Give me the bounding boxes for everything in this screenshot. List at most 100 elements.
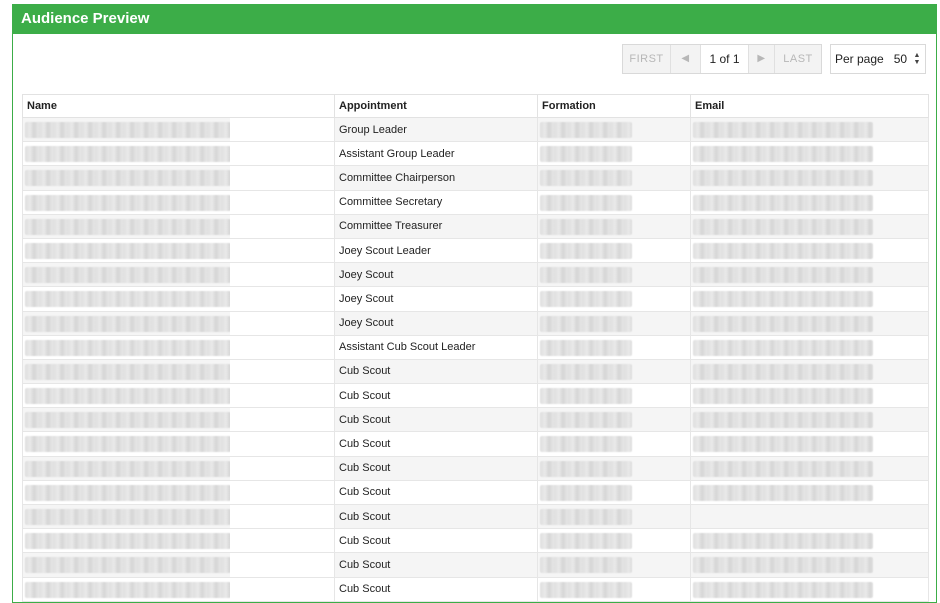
redacted-email [693, 242, 873, 259]
redacted-name [25, 460, 231, 477]
per-page-value: 50 [893, 52, 908, 66]
table-row[interactable]: Cub Scout [22, 407, 929, 433]
first-page-button[interactable]: FIRST [623, 45, 671, 73]
redacted-email [693, 267, 873, 284]
name-cell-redacted [22, 214, 335, 239]
table-row[interactable]: Committee Secretary [22, 190, 929, 215]
formation-cell-redacted [537, 335, 691, 360]
formation-cell-redacted [537, 480, 691, 506]
redacted-formation [540, 581, 632, 598]
redacted-name [25, 436, 231, 453]
appointment-cell: Joey Scout Leader [334, 238, 538, 264]
formation-cell-redacted [537, 383, 691, 409]
table-row[interactable]: Assistant Group Leader [22, 141, 929, 167]
appointment-cell: Cub Scout [334, 456, 538, 481]
name-cell-redacted [22, 238, 335, 264]
appointment-cell: Cub Scout [334, 577, 538, 602]
redacted-formation [540, 291, 632, 308]
formation-cell-redacted [537, 190, 691, 215]
table-row[interactable]: Cub Scout [22, 528, 929, 554]
email-cell-redacted [690, 504, 929, 530]
table-row[interactable]: Cub Scout [22, 504, 929, 530]
redacted-name [25, 170, 231, 187]
column-header-email[interactable]: Email [690, 94, 929, 118]
table-row[interactable]: Joey Scout [22, 286, 929, 312]
table-row[interactable]: Joey Scout [22, 262, 929, 288]
appointment-cell: Joey Scout [334, 311, 538, 336]
formation-cell-redacted [537, 577, 691, 602]
appointment-cell: Cub Scout [334, 528, 538, 554]
formation-cell-redacted [537, 165, 691, 191]
per-page-label: Per page [835, 52, 884, 66]
cell-blank-area [230, 577, 334, 601]
email-cell-redacted [690, 431, 929, 457]
formation-cell-redacted [537, 117, 691, 143]
name-cell-redacted [22, 407, 335, 433]
name-cell-redacted [22, 528, 335, 554]
last-page-button[interactable]: LAST [775, 45, 821, 73]
redacted-name [25, 146, 231, 163]
redacted-name [25, 218, 231, 235]
left-triangle-icon: ◀ [681, 53, 690, 64]
redacted-formation [540, 122, 632, 138]
table-row[interactable]: Cub Scout [22, 480, 929, 506]
cell-blank-area [230, 190, 334, 214]
redacted-formation [540, 242, 632, 259]
appointment-cell: Group Leader [334, 117, 538, 143]
redacted-name [25, 509, 231, 525]
column-header-formation[interactable]: Formation [537, 94, 691, 118]
table-row[interactable]: Group Leader [22, 117, 929, 143]
email-cell-redacted [690, 552, 929, 578]
table-row[interactable]: Cub Scout [22, 359, 929, 385]
cell-blank-area [230, 166, 334, 190]
appointment-cell: Assistant Cub Scout Leader [334, 335, 538, 360]
redacted-name [25, 484, 231, 501]
appointment-cell: Committee Secretary [334, 190, 538, 215]
appointment-cell: Assistant Group Leader [334, 141, 538, 167]
email-cell-redacted [690, 190, 929, 215]
name-cell-redacted [22, 504, 335, 530]
redacted-formation [540, 146, 632, 163]
table-row[interactable]: Cub Scout [22, 577, 929, 602]
cell-blank-area [230, 238, 334, 263]
email-cell-redacted [690, 214, 929, 239]
cell-blank-area [230, 214, 334, 238]
table-row[interactable]: Committee Treasurer [22, 214, 929, 239]
email-cell-redacted [690, 456, 929, 481]
table-row[interactable]: Joey Scout [22, 311, 929, 336]
appointment-cell: Cub Scout [334, 552, 538, 578]
previous-page-button[interactable]: ◀ [671, 45, 701, 73]
cell-blank-area [230, 263, 334, 287]
redacted-formation [540, 194, 632, 211]
cell-blank-area [230, 359, 334, 384]
name-cell-redacted [22, 480, 335, 506]
name-cell-redacted [22, 431, 335, 457]
redacted-formation [540, 460, 632, 477]
redacted-email [693, 412, 873, 429]
next-page-button[interactable]: ▶ [749, 45, 775, 73]
column-header-name[interactable]: Name [22, 94, 335, 118]
redacted-email [693, 339, 873, 356]
right-triangle-icon: ▶ [757, 53, 766, 64]
table-row[interactable]: Cub Scout [22, 456, 929, 481]
table-row[interactable]: Cub Scout [22, 431, 929, 457]
cell-blank-area [230, 287, 334, 311]
email-cell-redacted [690, 286, 929, 312]
redacted-name [25, 315, 231, 332]
table-row[interactable]: Joey Scout Leader [22, 238, 929, 264]
appointment-cell: Committee Chairperson [334, 165, 538, 191]
panel-title: Audience Preview [13, 4, 936, 34]
cell-blank-area [230, 432, 334, 456]
per-page-select[interactable]: Per page 50 ▲ ▼ [830, 44, 926, 74]
column-header-appointment[interactable]: Appointment [334, 94, 538, 118]
table-row[interactable]: Assistant Cub Scout Leader [22, 335, 929, 360]
formation-cell-redacted [537, 141, 691, 167]
redacted-formation [540, 388, 632, 405]
redacted-name [25, 291, 231, 308]
table-row[interactable]: Cub Scout [22, 552, 929, 578]
redacted-name [25, 194, 231, 211]
name-cell-redacted [22, 577, 335, 602]
name-cell-redacted [22, 286, 335, 312]
table-row[interactable]: Cub Scout [22, 383, 929, 409]
table-row[interactable]: Committee Chairperson [22, 165, 929, 191]
